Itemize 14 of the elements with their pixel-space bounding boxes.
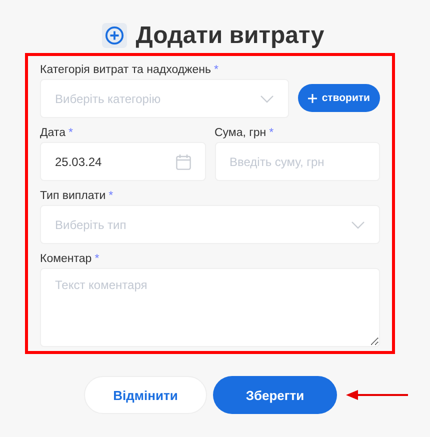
amount-field[interactable]: Введіть суму, грн <box>214 142 380 181</box>
field-label: Коментар * <box>40 252 100 267</box>
create-button[interactable]: створити <box>298 84 380 112</box>
calendar-icon <box>176 154 190 170</box>
plus-icon <box>308 94 317 102</box>
page-title: Додати витрату <box>136 22 324 50</box>
chevron-down-icon <box>351 220 365 228</box>
field-label: Категорія витрат та надходжень * <box>40 63 220 78</box>
chevron-down-icon <box>260 94 274 102</box>
date-field[interactable]: 25.03.24 <box>40 142 206 181</box>
comment-field[interactable]: Текст коментаря <box>40 268 380 347</box>
field-label: Тип виплати * <box>40 189 114 204</box>
field-label: Сума, грн * <box>214 126 275 141</box>
field-label: Дата * <box>40 126 74 141</box>
